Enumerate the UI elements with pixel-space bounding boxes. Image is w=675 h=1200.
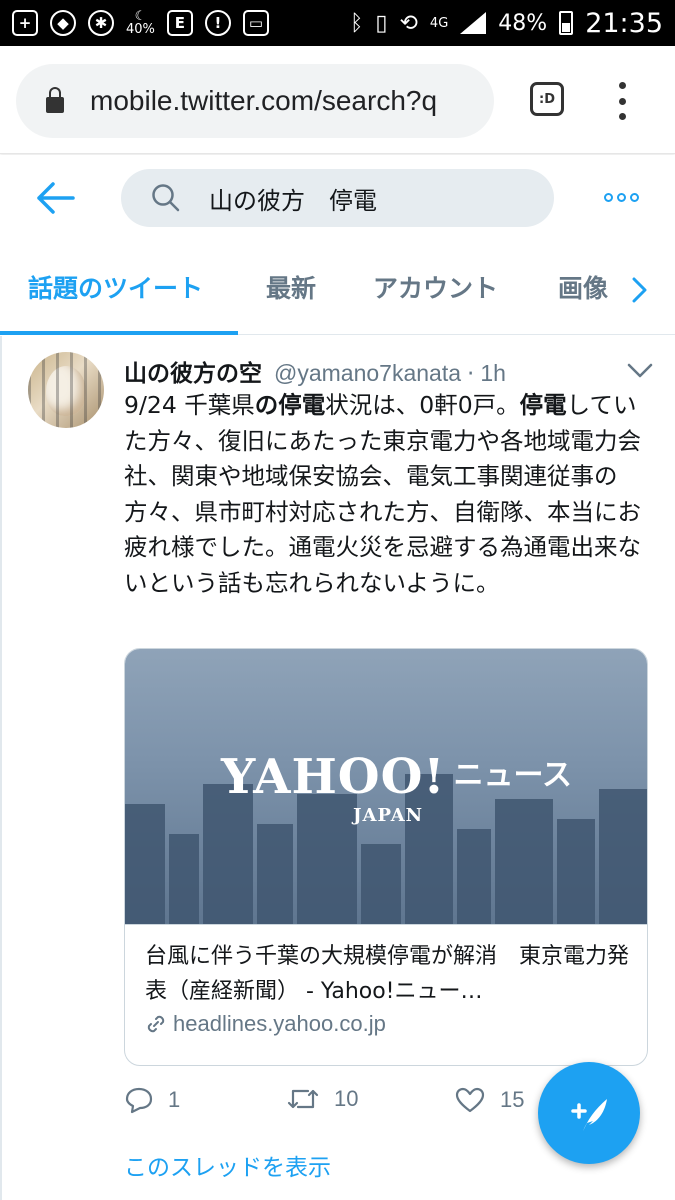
search-icon bbox=[152, 184, 180, 212]
retweet-button[interactable]: 10 bbox=[286, 1086, 358, 1112]
tweet-text-highlight: の停電 bbox=[254, 391, 326, 419]
clock: 21:35 bbox=[585, 7, 663, 39]
retweet-icon bbox=[287, 1089, 319, 1109]
link-icon bbox=[147, 1015, 165, 1033]
search-query: 山の彼方 停電 bbox=[209, 186, 377, 215]
active-tab-indicator bbox=[0, 331, 238, 335]
reply-count: 1 bbox=[168, 1087, 181, 1112]
author-handle[interactable]: @yamano7kanata bbox=[274, 360, 461, 387]
like-icon bbox=[455, 1087, 485, 1113]
like-button[interactable]: 15 bbox=[454, 1086, 524, 1114]
battery-percent: 48% bbox=[498, 10, 548, 36]
card-title: 台風に伴う千葉の大規模停電が解消 東京電力発表（産経新聞） - Yahoo!ニュ… bbox=[145, 944, 629, 1004]
voicemail-icon: ▭ bbox=[242, 10, 269, 36]
tweet-text-segment: 9/24 千葉県 bbox=[124, 391, 255, 419]
network-type: 4G bbox=[429, 15, 449, 31]
add-notification-icon: + bbox=[12, 10, 38, 36]
url-text: mobile.twitter.com/search?q bbox=[90, 85, 438, 116]
browser-toolbar: mobile.twitter.com/search?q :D bbox=[0, 46, 675, 154]
hat-icon: ◆ bbox=[50, 10, 76, 36]
card-image: YAHOO! ニュース JAPAN bbox=[125, 649, 647, 924]
news-icon: E bbox=[166, 10, 193, 36]
reply-button[interactable]: 1 bbox=[124, 1086, 180, 1114]
author-name[interactable]: 山の彼方の空 bbox=[124, 354, 262, 388]
show-thread-link[interactable]: このスレッドを表示 bbox=[124, 1148, 331, 1182]
alert-icon: ! bbox=[204, 10, 231, 36]
vibrate-icon: ▯ bbox=[375, 10, 388, 36]
tab-accounts[interactable]: アカウント bbox=[373, 269, 498, 305]
search-input[interactable]: 山の彼方 停電 bbox=[121, 169, 554, 227]
weather-icon: ☾ 40% bbox=[126, 9, 155, 37]
tab-latest[interactable]: 最新 bbox=[266, 269, 316, 305]
weather-percent: 40% bbox=[126, 22, 155, 37]
tweet-header: 山の彼方の空 @yamano7kanata · 1h bbox=[124, 354, 506, 388]
caret-down-icon[interactable] bbox=[626, 362, 654, 380]
kebab-icon[interactable] bbox=[614, 82, 630, 120]
avatar[interactable] bbox=[28, 352, 104, 428]
address-bar[interactable]: mobile.twitter.com/search?q bbox=[16, 64, 494, 138]
rotate-icon: ⟲ bbox=[399, 10, 418, 36]
chevron-right-icon[interactable] bbox=[630, 275, 650, 305]
battery-icon bbox=[559, 11, 574, 35]
search-tabs: 話題のツイート 最新 アカウント 画像 bbox=[0, 255, 675, 335]
reply-icon bbox=[125, 1087, 153, 1114]
link-card[interactable]: YAHOO! ニュース JAPAN 台風に伴う千葉の大規模停電が解消 東京電力発表… bbox=[124, 648, 648, 1066]
bluetooth-icon: ᛒ bbox=[350, 10, 364, 36]
tweet-text-segment: 状況は、0軒0戸。 bbox=[325, 391, 520, 419]
back-arrow-icon[interactable] bbox=[36, 181, 76, 215]
twitter-header: 山の彼方 停電 話題のツイート 最新 アカウント 画像 bbox=[0, 155, 675, 335]
retweet-count: 10 bbox=[334, 1086, 359, 1111]
card-domain-row: headlines.yahoo.co.jp bbox=[145, 1011, 629, 1037]
status-bar: + ◆ ✱ ☾ 40% E ! ▭ ᛒ ▯ ⟲ 4G 48% 21:35 bbox=[0, 0, 675, 46]
yahoo-news-logo: YAHOO! ニュース JAPAN bbox=[221, 749, 572, 826]
logo-japan: JAPAN bbox=[353, 805, 424, 826]
compose-icon bbox=[571, 1099, 607, 1131]
card-domain: headlines.yahoo.co.jp bbox=[173, 1011, 386, 1036]
card-body: 台風に伴う千葉の大規模停電が解消 東京電力発表（産経新聞） - Yahoo!ニュ… bbox=[125, 924, 647, 1065]
lock-icon bbox=[46, 87, 64, 113]
tweet-text-highlight: 停電 bbox=[519, 391, 567, 419]
logo-yahoo: YAHOO! bbox=[221, 749, 446, 805]
compose-button[interactable] bbox=[538, 1062, 640, 1164]
tweet-text-segment: していた方々、復旧にあたった東京電力や各地域電力会社、関東や地域保安協会、電気工… bbox=[124, 391, 641, 597]
settings-notification-icon: ✱ bbox=[88, 10, 114, 36]
tab-top[interactable]: 話題のツイート bbox=[28, 269, 203, 305]
signal-icon bbox=[460, 12, 487, 34]
like-count: 15 bbox=[500, 1087, 525, 1112]
tweet-text: 9/24 千葉県の停電状況は、0軒0戸。停電していた方々、復旧にあたった東京電力… bbox=[124, 388, 654, 601]
tab-photos[interactable]: 画像 bbox=[558, 269, 608, 305]
logo-news: ニュース bbox=[453, 758, 572, 793]
separator-dot: · bbox=[467, 361, 475, 387]
more-icon[interactable] bbox=[604, 193, 639, 202]
tweet-time[interactable]: 1h bbox=[480, 360, 506, 387]
tab-switcher-button[interactable]: :D bbox=[530, 82, 564, 116]
